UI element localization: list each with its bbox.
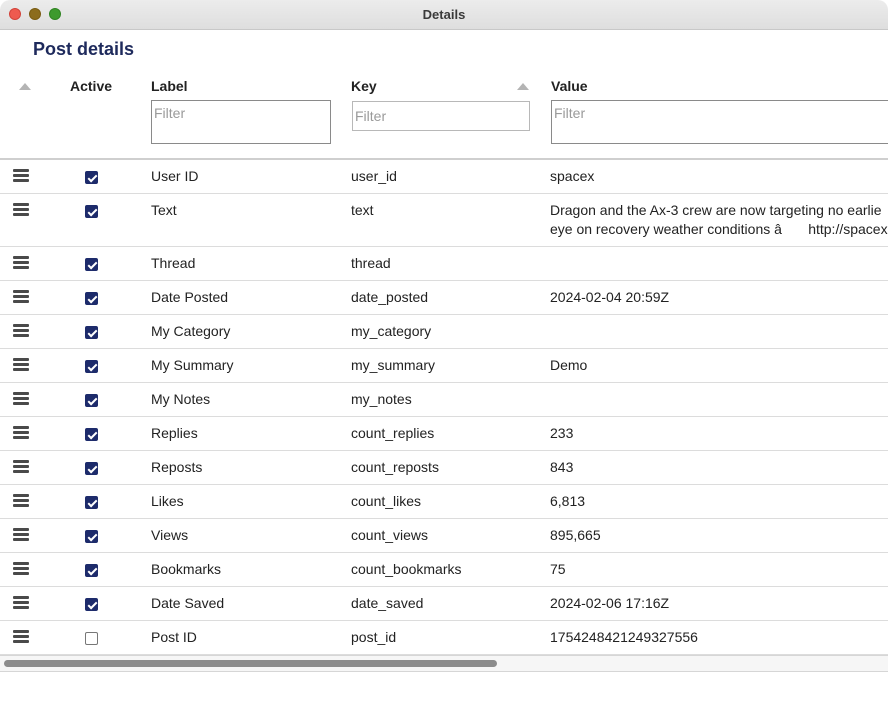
row-key: date_posted [351,289,429,305]
label-filter-input[interactable] [151,100,331,144]
row-key: count_likes [351,493,422,509]
row-key: my_category [351,323,432,339]
active-checkbox[interactable] [85,326,98,339]
row-label: Views [151,527,189,543]
row-label: Date Posted [151,289,229,305]
active-checkbox[interactable] [85,598,98,611]
row-value: 2024-02-04 20:59Z [550,289,670,305]
active-checkbox[interactable] [85,292,98,305]
table-row[interactable]: Views count_views 895,665 [0,519,888,553]
row-value: 233 [550,425,574,441]
row-label: My Notes [151,391,211,407]
drag-handle-icon[interactable] [13,528,29,541]
active-checkbox[interactable] [85,530,98,543]
row-key: user_id [351,168,397,184]
active-checkbox[interactable] [85,205,98,218]
row-value: 843 [550,459,574,475]
row-label: Post ID [151,629,197,645]
drag-handle-icon[interactable] [13,596,29,609]
row-label: User ID [151,168,199,184]
row-key: count_reposts [351,459,439,475]
drag-handle-icon[interactable] [13,169,29,182]
sort-arrow-icon[interactable] [19,83,31,90]
drag-handle-icon[interactable] [13,358,29,371]
row-key: date_saved [351,595,424,611]
title-bar: Details [0,0,888,30]
row-value: 1754248421249327556 [550,629,698,645]
drag-handle-icon[interactable] [13,426,29,439]
details-table: User ID user_id spacex Text text Dragon and t… [0,160,888,655]
table-row[interactable]: My Category my_category [0,315,888,349]
row-value: Demo [550,357,588,373]
active-checkbox[interactable] [85,462,98,475]
row-value: 895,665 [550,527,601,543]
drag-handle-icon[interactable] [13,203,29,216]
row-label: Likes [151,493,184,509]
column-header-value[interactable]: Value [551,78,588,94]
table-row[interactable]: Likes count_likes 6,813 [0,485,888,519]
active-checkbox[interactable] [85,564,98,577]
window-title: Details [422,7,466,22]
row-value: 2024-02-06 17:16Z [550,595,670,611]
row-key: post_id [351,629,397,645]
horizontal-scrollbar-thumb[interactable] [4,660,497,667]
active-checkbox[interactable] [85,394,98,407]
drag-handle-icon[interactable] [13,392,29,405]
row-key: text [351,202,374,218]
column-header-active[interactable]: Active [70,78,112,94]
active-checkbox[interactable] [85,171,98,184]
row-value: Dragon and the Ax-3 crew are now targeti… [550,202,888,237]
table-row[interactable]: User ID user_id spacex [0,160,888,194]
value-filter-input[interactable] [551,100,888,144]
row-value: spacex [550,168,595,184]
row-key: count_views [351,527,429,543]
row-key: my_notes [351,391,412,407]
row-label: Thread [151,255,196,271]
table-row[interactable]: Date Saved date_saved 2024-02-06 17:16Z [0,587,888,621]
drag-handle-icon[interactable] [13,324,29,337]
row-key: my_summary [351,357,436,373]
drag-handle-icon[interactable] [13,562,29,575]
row-label: Bookmarks [151,561,222,577]
row-label: Text [151,202,177,218]
table-row[interactable]: Reposts count_reposts 843 [0,451,888,485]
row-key: thread [351,255,391,271]
row-label: Reposts [151,459,203,475]
active-checkbox[interactable] [85,428,98,441]
row-value: 6,813 [550,493,586,509]
table-row[interactable]: My Notes my_notes [0,383,888,417]
row-label: My Category [151,323,231,339]
drag-handle-icon[interactable] [13,290,29,303]
row-value: 75 [550,561,566,577]
column-header-label[interactable]: Label [151,78,188,94]
table-row[interactable]: Post ID post_id 1754248421249327556 [0,621,888,655]
active-checkbox[interactable] [85,258,98,271]
table-row[interactable]: Text text Dragon and the Ax-3 crew are now… [0,194,888,247]
active-checkbox[interactable] [85,360,98,373]
drag-handle-icon[interactable] [13,494,29,507]
drag-handle-icon[interactable] [13,256,29,269]
table-row[interactable]: Bookmarks count_bookmarks 75 [0,553,888,587]
table-row[interactable]: Replies count_replies 233 [0,417,888,451]
horizontal-scrollbar[interactable] [0,655,888,672]
drag-handle-icon[interactable] [13,460,29,473]
active-checkbox[interactable] [85,632,98,645]
row-label: My Summary [151,357,234,373]
drag-handle-icon[interactable] [13,630,29,643]
page-title: Post details [33,39,135,59]
active-checkbox[interactable] [85,496,98,509]
row-label: Replies [151,425,198,441]
table-row[interactable]: Date Posted date_posted 2024-02-04 20:59Z [0,281,888,315]
row-key: count_replies [351,425,435,441]
key-filter-input[interactable] [352,101,530,131]
row-key: count_bookmarks [351,561,462,577]
column-header-key[interactable]: Key [351,78,377,94]
table-row[interactable]: My Summary my_summary Demo [0,349,888,383]
row-label: Date Saved [151,595,225,611]
key-sort-arrow-icon[interactable] [517,83,529,90]
table-row[interactable]: Thread thread [0,247,888,281]
